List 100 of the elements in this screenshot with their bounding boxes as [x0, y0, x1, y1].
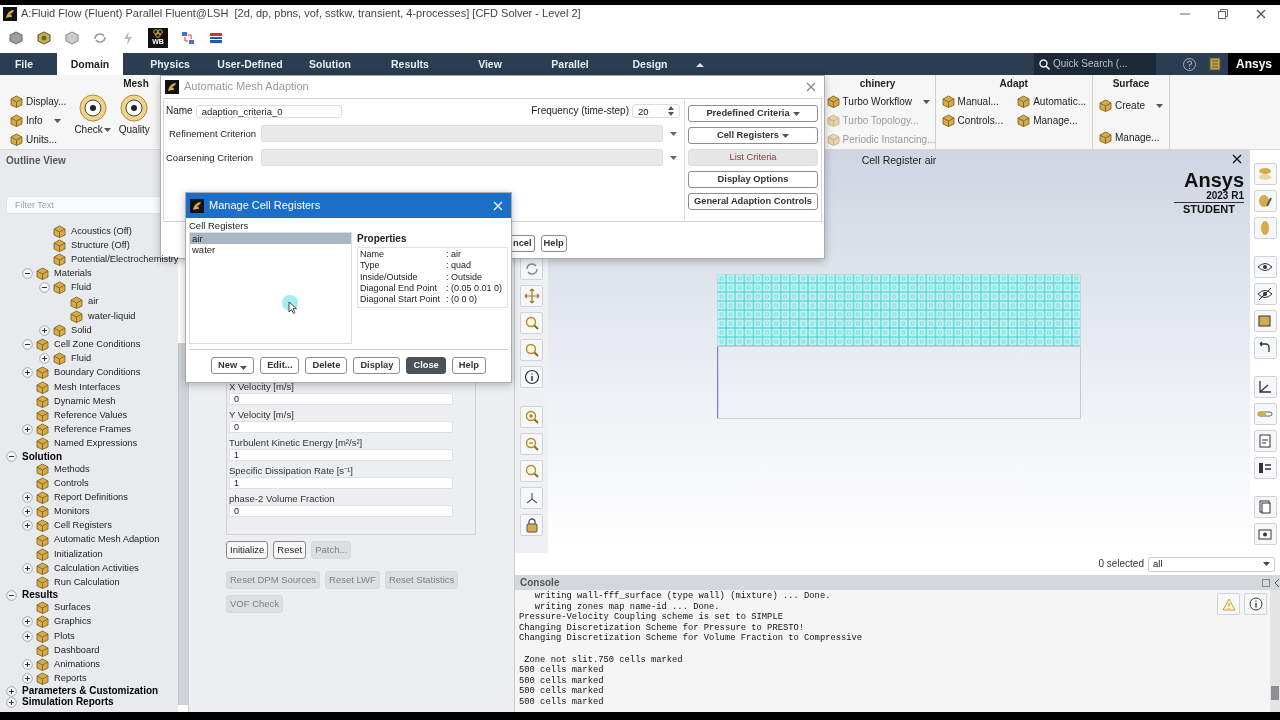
- ribbon-tab[interactable]: Results: [370, 53, 450, 75]
- ribbon-tab[interactable]: User-Defined: [210, 53, 290, 75]
- ribbon-tab[interactable]: File: [0, 53, 48, 75]
- tree-item[interactable]: Graphics: [54, 616, 92, 628]
- search-box[interactable]: Quick Search (...: [1034, 53, 1156, 75]
- dialog-button[interactable]: Help: [451, 357, 486, 374]
- expand-icon[interactable]: [39, 353, 50, 365]
- expand-icon[interactable]: [6, 696, 17, 708]
- expand-icon[interactable]: [22, 367, 33, 379]
- tree-item[interactable]: Parameters & Customization: [22, 685, 159, 698]
- ribbon-button[interactable]: Display...: [8, 92, 69, 111]
- tree-item[interactable]: Reference Frames: [54, 424, 131, 436]
- tree-item[interactable]: Initialization: [54, 548, 103, 560]
- dialog-button[interactable]: Close: [406, 357, 446, 374]
- dialog-button[interactable]: Cell Registers: [688, 127, 818, 144]
- dialog-button[interactable]: General Adaption Controls: [688, 193, 818, 210]
- ribbon-button[interactable]: Info: [8, 111, 69, 130]
- tree-item[interactable]: Solution: [22, 450, 62, 463]
- view-tool-button[interactable]: [1253, 337, 1277, 359]
- tree-item[interactable]: Acoustics (Off): [71, 225, 132, 237]
- input-field[interactable]: 1: [229, 449, 453, 461]
- collapse-icon[interactable]: [39, 282, 50, 294]
- ribbon-button[interactable]: Manage...: [1097, 128, 1165, 147]
- list-item[interactable]: air: [190, 233, 351, 244]
- chevron-left-icon[interactable]: [1274, 578, 1280, 587]
- dialog-button[interactable]: ncel: [512, 235, 535, 252]
- tree-item[interactable]: Dynamic Mesh: [54, 395, 116, 407]
- tree-item[interactable]: Dashboard: [54, 644, 100, 656]
- expand-icon[interactable]: [22, 424, 33, 436]
- view-tool-button[interactable]: [1253, 283, 1277, 305]
- dialog-button[interactable]: List Criteria: [688, 149, 818, 166]
- dialog-button[interactable]: New: [211, 357, 255, 374]
- tree-item[interactable]: Solid: [71, 324, 92, 336]
- tree-item[interactable]: Simulation Reports: [22, 696, 114, 709]
- expand-icon[interactable]: [22, 562, 33, 574]
- expand-icon[interactable]: [22, 659, 33, 671]
- input-field[interactable]: 0: [229, 421, 453, 433]
- tree-item[interactable]: Report Definitions: [54, 491, 128, 504]
- tree-item[interactable]: Plots: [54, 630, 75, 642]
- collapse-icon[interactable]: [6, 451, 17, 462]
- ribbon-button[interactable]: Units...: [8, 130, 69, 149]
- tree-item[interactable]: Cell Zone Conditions: [54, 339, 141, 351]
- list-item[interactable]: water: [190, 244, 351, 255]
- expand-icon[interactable]: [6, 685, 17, 697]
- dialog-button[interactable]: Help: [540, 235, 567, 252]
- view-tool-button[interactable]: [1253, 523, 1277, 545]
- tree-item[interactable]: water-liquid: [88, 310, 136, 322]
- expand-icon[interactable]: [22, 506, 33, 518]
- tree-item[interactable]: Mesh Interfaces: [54, 381, 121, 393]
- tree-item[interactable]: Reference Values: [54, 409, 128, 422]
- view-tool-button[interactable]: [1253, 376, 1277, 398]
- tree-item[interactable]: Results: [22, 589, 59, 602]
- expand-icon[interactable]: [22, 616, 33, 628]
- info-button[interactable]: [1244, 593, 1267, 615]
- dialog-button[interactable]: Predefined Criteria: [688, 105, 818, 122]
- tree-item[interactable]: Fluid: [71, 353, 92, 365]
- input-field[interactable]: 1: [229, 477, 453, 489]
- tree-item[interactable]: Materials: [54, 268, 92, 280]
- ribbon-tab[interactable]: Parallel: [530, 53, 610, 75]
- input-field[interactable]: adaption_criteria_0: [195, 104, 342, 118]
- tree-item[interactable]: Structure (Off): [71, 239, 130, 251]
- ribbon-button[interactable]: Controls...: [939, 111, 1006, 130]
- ribbon-tab[interactable]: Solution: [290, 53, 370, 75]
- input-field[interactable]: 0: [229, 393, 453, 405]
- ribbon-button[interactable]: Check: [72, 92, 113, 136]
- dialog-button[interactable]: Display Options: [688, 171, 818, 188]
- tree-item[interactable]: Potential/Electrochemistry: [71, 253, 179, 266]
- tree-item[interactable]: Named Expressions: [54, 438, 138, 450]
- tree-item[interactable]: Reports: [54, 673, 87, 685]
- dialog-button[interactable]: Display: [353, 357, 401, 374]
- tree-item[interactable]: Monitors: [54, 506, 90, 518]
- expand-icon[interactable]: [22, 520, 33, 532]
- ribbon-tab[interactable]: Design: [610, 53, 690, 75]
- spin-field[interactable]: 20: [632, 104, 680, 118]
- tree-item[interactable]: Methods: [54, 463, 90, 475]
- ribbon-button[interactable]: Manage...: [1015, 111, 1088, 130]
- collapse-icon[interactable]: [22, 268, 33, 280]
- ribbon-button[interactable]: Automatic...: [1015, 92, 1088, 111]
- dialog-button[interactable]: Edit...: [260, 357, 300, 374]
- expand-icon[interactable]: [39, 324, 50, 336]
- close-button[interactable]: [1232, 154, 1242, 164]
- tree-item[interactable]: Automatic Mesh Adaption: [54, 534, 160, 546]
- scrollbar[interactable]: [178, 343, 188, 705]
- view-tool-button[interactable]: [1253, 457, 1277, 479]
- tree-item[interactable]: Boundary Conditions: [54, 367, 141, 379]
- action-button[interactable]: Initialize: [226, 541, 269, 559]
- view-tool-button[interactable]: [520, 366, 543, 388]
- expand-icon[interactable]: [22, 491, 33, 503]
- tree-item[interactable]: Animations: [54, 658, 100, 671]
- input-field[interactable]: 0: [229, 505, 453, 517]
- expand-icon[interactable]: [22, 630, 33, 642]
- tree-item[interactable]: Controls: [54, 477, 89, 489]
- filter-dropdown[interactable]: all: [1148, 556, 1275, 572]
- tree-item[interactable]: Surfaces: [54, 602, 91, 614]
- ribbon-button[interactable]: Manual...: [939, 92, 1006, 111]
- ribbon-tab[interactable]: View: [450, 53, 530, 75]
- tree-item[interactable]: Run Calculation: [54, 577, 120, 589]
- ribbon-button[interactable]: Create: [1097, 96, 1165, 115]
- collapse-icon[interactable]: [6, 589, 17, 601]
- ribbon-button[interactable]: Quality: [116, 92, 152, 136]
